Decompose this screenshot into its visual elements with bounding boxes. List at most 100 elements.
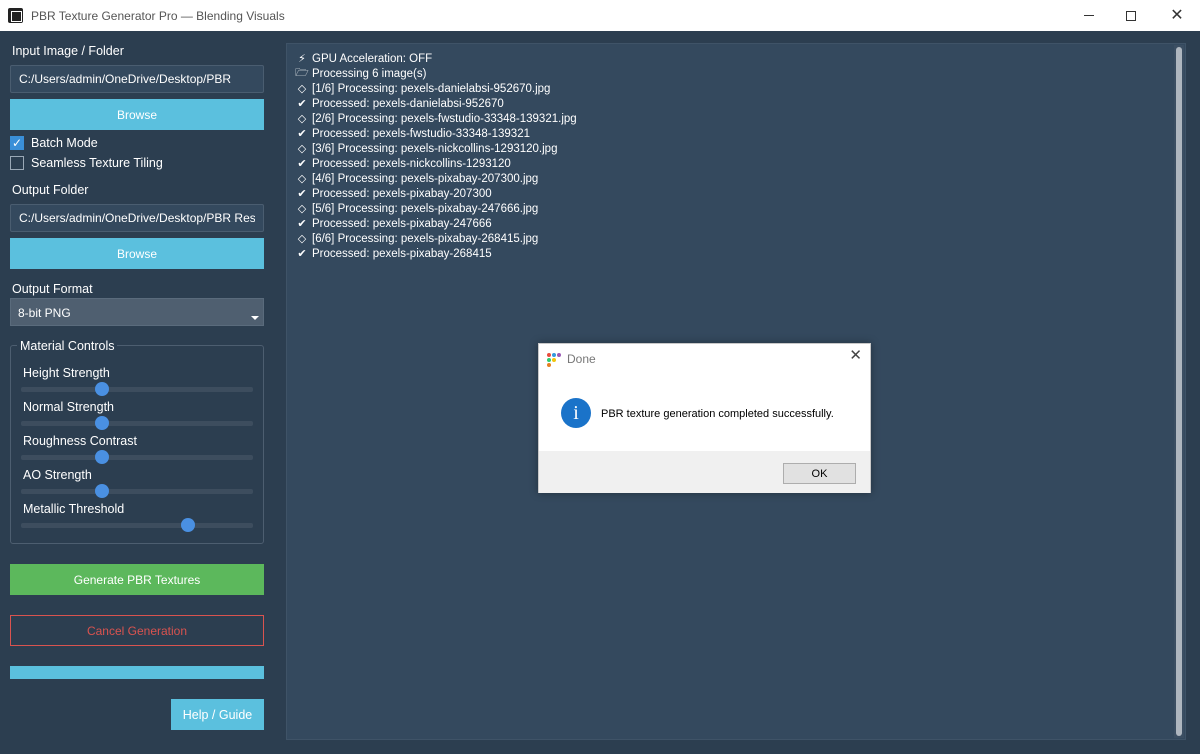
check-icon: ✔ <box>297 188 307 200</box>
log-line-text: Processed: pexels-pixabay-207300 <box>312 187 492 200</box>
dialog-close-button[interactable]: ✕ <box>849 348 862 363</box>
minimize-icon <box>1084 15 1094 16</box>
log-line: ◇ [4/6] Processing: pexels-pixabay-207300… <box>295 171 577 186</box>
title-bar: PBR Texture Generator Pro — Blending Vis… <box>0 0 1200 31</box>
slider-thumb[interactable] <box>181 518 196 532</box>
help-button[interactable]: Help / Guide <box>171 699 264 730</box>
check-icon: ✔ <box>297 128 307 140</box>
log-line: ✔ Processed: pexels-pixabay-268415 <box>295 246 577 261</box>
diamond-icon: ◇ <box>297 173 307 185</box>
log-line: ✔ Processed: pexels-nickcollins-1293120 <box>295 156 577 171</box>
batch-mode-label: Batch Mode <box>31 136 98 150</box>
seamless-tiling-label: Seamless Texture Tiling <box>31 156 163 170</box>
slider-thumb[interactable] <box>95 484 110 498</box>
output-format-value: 8-bit PNG <box>18 306 71 320</box>
output-browse-button[interactable]: Browse <box>10 238 264 269</box>
progress-bar <box>10 666 264 679</box>
log-line: ◇ [5/6] Processing: pexels-pixabay-247666… <box>295 201 577 216</box>
material-controls-group: Material Controls Height Strength Normal… <box>10 339 264 544</box>
diamond-icon: ◇ <box>297 113 307 125</box>
log-line-text: Processing 6 image(s) <box>312 67 427 80</box>
ok-button[interactable]: OK <box>783 463 856 484</box>
log-line-text: Processed: pexels-danielabsi-952670 <box>312 97 504 110</box>
output-label: Output Folder <box>12 183 89 197</box>
slider-thumb[interactable] <box>95 382 110 396</box>
progress-fill <box>10 666 264 679</box>
seamless-tiling-checkbox[interactable]: Seamless Texture Tiling <box>10 155 163 171</box>
generate-button[interactable]: Generate PBR Textures <box>10 564 264 595</box>
log-line: ✔ Processed: pexels-danielabsi-952670 <box>295 96 577 111</box>
input-path-field[interactable] <box>10 65 264 93</box>
normal-strength-slider[interactable] <box>21 416 253 430</box>
check-icon: ✔ <box>297 248 307 260</box>
window-title: PBR Texture Generator Pro — Blending Vis… <box>31 9 285 23</box>
batch-mode-check-icon: ✓ <box>10 136 24 150</box>
dialog-footer: OK <box>539 451 870 493</box>
log-line: ✔ Processed: pexels-pixabay-207300 <box>295 186 577 201</box>
log-line-text: Processed: pexels-nickcollins-1293120 <box>312 157 511 170</box>
slider-thumb[interactable] <box>95 450 110 464</box>
log-line: ✔ Processed: pexels-fwstudio-33348-139321 <box>295 126 577 141</box>
dialog-message: PBR texture generation completed success… <box>601 408 834 420</box>
log-line: ⚡ GPU Acceleration: OFF <box>295 51 577 66</box>
metallic-threshold-slider[interactable] <box>21 518 253 532</box>
height-strength-slider[interactable] <box>21 382 253 396</box>
log-line: ◇ [1/6] Processing: pexels-danielabsi-952… <box>295 81 577 96</box>
log-line: ✔ Processed: pexels-pixabay-247666 <box>295 216 577 231</box>
output-path-field[interactable] <box>10 204 264 232</box>
input-label: Input Image / Folder <box>12 44 124 58</box>
done-dialog: Done ✕ i PBR texture generation complete… <box>538 343 871 493</box>
log-scroll-thumb[interactable] <box>1176 47 1182 736</box>
log-line: ◇ [2/6] Processing: pexels-fwstudio-33348… <box>295 111 577 126</box>
log-line: ◇ [3/6] Processing: pexels-nickcollins-12… <box>295 141 577 156</box>
diamond-icon: ◇ <box>297 203 307 215</box>
check-icon: ✔ <box>297 158 307 170</box>
close-icon: ✕ <box>849 347 862 364</box>
roughness-contrast-label: Roughness Contrast <box>23 434 137 448</box>
log-line-text: Processed: pexels-pixabay-247666 <box>312 217 492 230</box>
cancel-button[interactable]: Cancel Generation <box>10 615 264 646</box>
output-format-select[interactable]: 8-bit PNG <box>10 298 264 326</box>
log-lines: ⚡ GPU Acceleration: OFF 🗁 Processing 6 imag… <box>295 51 577 261</box>
log-scrollbar[interactable] <box>1174 45 1184 738</box>
log-line-text: [5/6] Processing: pexels-pixabay-247666.… <box>312 202 539 215</box>
minimize-button[interactable] <box>1066 0 1112 31</box>
maximize-icon <box>1126 10 1136 21</box>
log-line-text: [3/6] Processing: pexels-nickcollins-129… <box>312 142 558 155</box>
log-line: ◇ [6/6] Processing: pexels-pixabay-268415… <box>295 231 577 246</box>
input-browse-button[interactable]: Browse <box>10 99 264 130</box>
maximize-button[interactable] <box>1108 0 1154 31</box>
height-strength-label: Height Strength <box>23 366 110 380</box>
app-icon <box>8 8 23 23</box>
close-icon: ✕ <box>1170 6 1184 24</box>
normal-strength-label: Normal Strength <box>23 400 115 414</box>
log-line-text: [6/6] Processing: pexels-pixabay-268415.… <box>312 232 539 245</box>
dialog-app-icon <box>547 352 561 367</box>
log-line-text: [1/6] Processing: pexels-danielabsi-9526… <box>312 82 551 95</box>
material-controls-title: Material Controls <box>17 339 118 353</box>
log-line-text: [2/6] Processing: pexels-fwstudio-33348-… <box>312 112 577 125</box>
metallic-threshold-label: Metallic Threshold <box>23 502 125 516</box>
log-line-text: GPU Acceleration: OFF <box>312 52 433 65</box>
diamond-icon: ◇ <box>297 83 307 95</box>
diamond-icon: ◇ <box>297 233 307 245</box>
seamless-tiling-check-box <box>10 156 24 170</box>
check-icon: ✔ <box>297 218 307 230</box>
close-window-button[interactable]: ✕ <box>1154 0 1200 31</box>
ao-strength-label: AO Strength <box>23 468 92 482</box>
folder-icon: 🗁 <box>295 67 309 79</box>
slider-thumb[interactable] <box>95 416 110 430</box>
roughness-contrast-slider[interactable] <box>21 450 253 464</box>
log-line-text: [4/6] Processing: pexels-pixabay-207300.… <box>312 172 539 185</box>
ao-strength-slider[interactable] <box>21 484 253 498</box>
batch-mode-checkbox[interactable]: ✓ Batch Mode <box>10 135 98 151</box>
dialog-title: Done <box>567 352 596 366</box>
log-line: 🗁 Processing 6 image(s) <box>295 66 577 81</box>
chevron-down-icon <box>251 316 259 320</box>
diamond-icon: ◇ <box>297 143 307 155</box>
dialog-body: i PBR texture generation completed succe… <box>539 382 870 451</box>
dialog-title-bar: Done <box>547 350 596 368</box>
check-icon: ✔ <box>297 98 307 110</box>
log-line-text: Processed: pexels-fwstudio-33348-139321 <box>312 127 530 140</box>
info-icon: i <box>561 398 591 428</box>
